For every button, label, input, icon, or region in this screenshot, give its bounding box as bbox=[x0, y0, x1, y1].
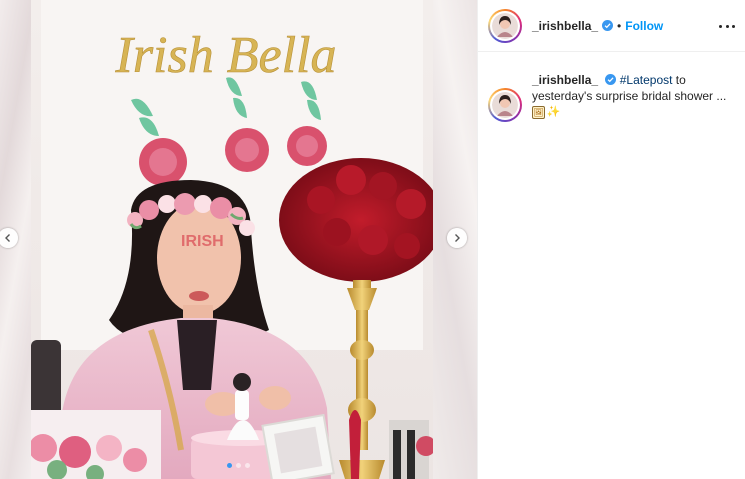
photo-frame bbox=[261, 413, 335, 479]
carousel-indicator bbox=[0, 463, 477, 468]
separator-dot: • bbox=[617, 18, 622, 33]
hashtag-link[interactable]: #Latepost bbox=[620, 73, 673, 87]
chevron-right-icon bbox=[455, 234, 460, 242]
post-media[interactable]: Irish Bella IRISH bbox=[0, 0, 477, 479]
carousel-dot bbox=[245, 463, 250, 468]
photo-banner-text: Irish Bella bbox=[115, 27, 337, 84]
post-photo: Irish Bella IRISH bbox=[31, 0, 433, 479]
verified-badge-icon bbox=[605, 74, 617, 85]
carousel-dot bbox=[236, 463, 241, 468]
svg-text:IRISH: IRISH bbox=[181, 233, 224, 250]
avatar-image bbox=[492, 92, 518, 118]
post-header: _irishbella_ • Follow bbox=[478, 0, 745, 52]
post-side-panel: _irishbella_ • Follow _irishbella_ #Late… bbox=[477, 0, 745, 479]
sparkles-emoji: ✨ bbox=[546, 106, 561, 118]
caption-avatar[interactable] bbox=[488, 88, 522, 122]
next-photo-button[interactable] bbox=[447, 228, 467, 248]
caption-text: _irishbella_ #Latepost to yesterday's su… bbox=[532, 72, 732, 122]
caption-emojis: 🖼 ✨ bbox=[532, 106, 732, 119]
chevron-left-icon bbox=[5, 234, 10, 242]
caption-username-link[interactable]: _irishbella_ bbox=[532, 73, 598, 87]
username-link[interactable]: _irishbella_ bbox=[532, 19, 598, 33]
verified-badge-icon bbox=[602, 20, 614, 31]
carousel-dot-active bbox=[227, 463, 232, 468]
chair bbox=[31, 340, 61, 420]
avatar[interactable] bbox=[488, 8, 522, 43]
front-flowers bbox=[31, 410, 161, 479]
more-options-icon[interactable] bbox=[719, 18, 735, 34]
post-caption: _irishbella_ #Latepost to yesterday's su… bbox=[478, 52, 745, 122]
follow-button[interactable]: Follow bbox=[625, 19, 663, 33]
framed-picture-emoji: 🖼 bbox=[532, 106, 545, 119]
avatar-image bbox=[492, 12, 518, 39]
